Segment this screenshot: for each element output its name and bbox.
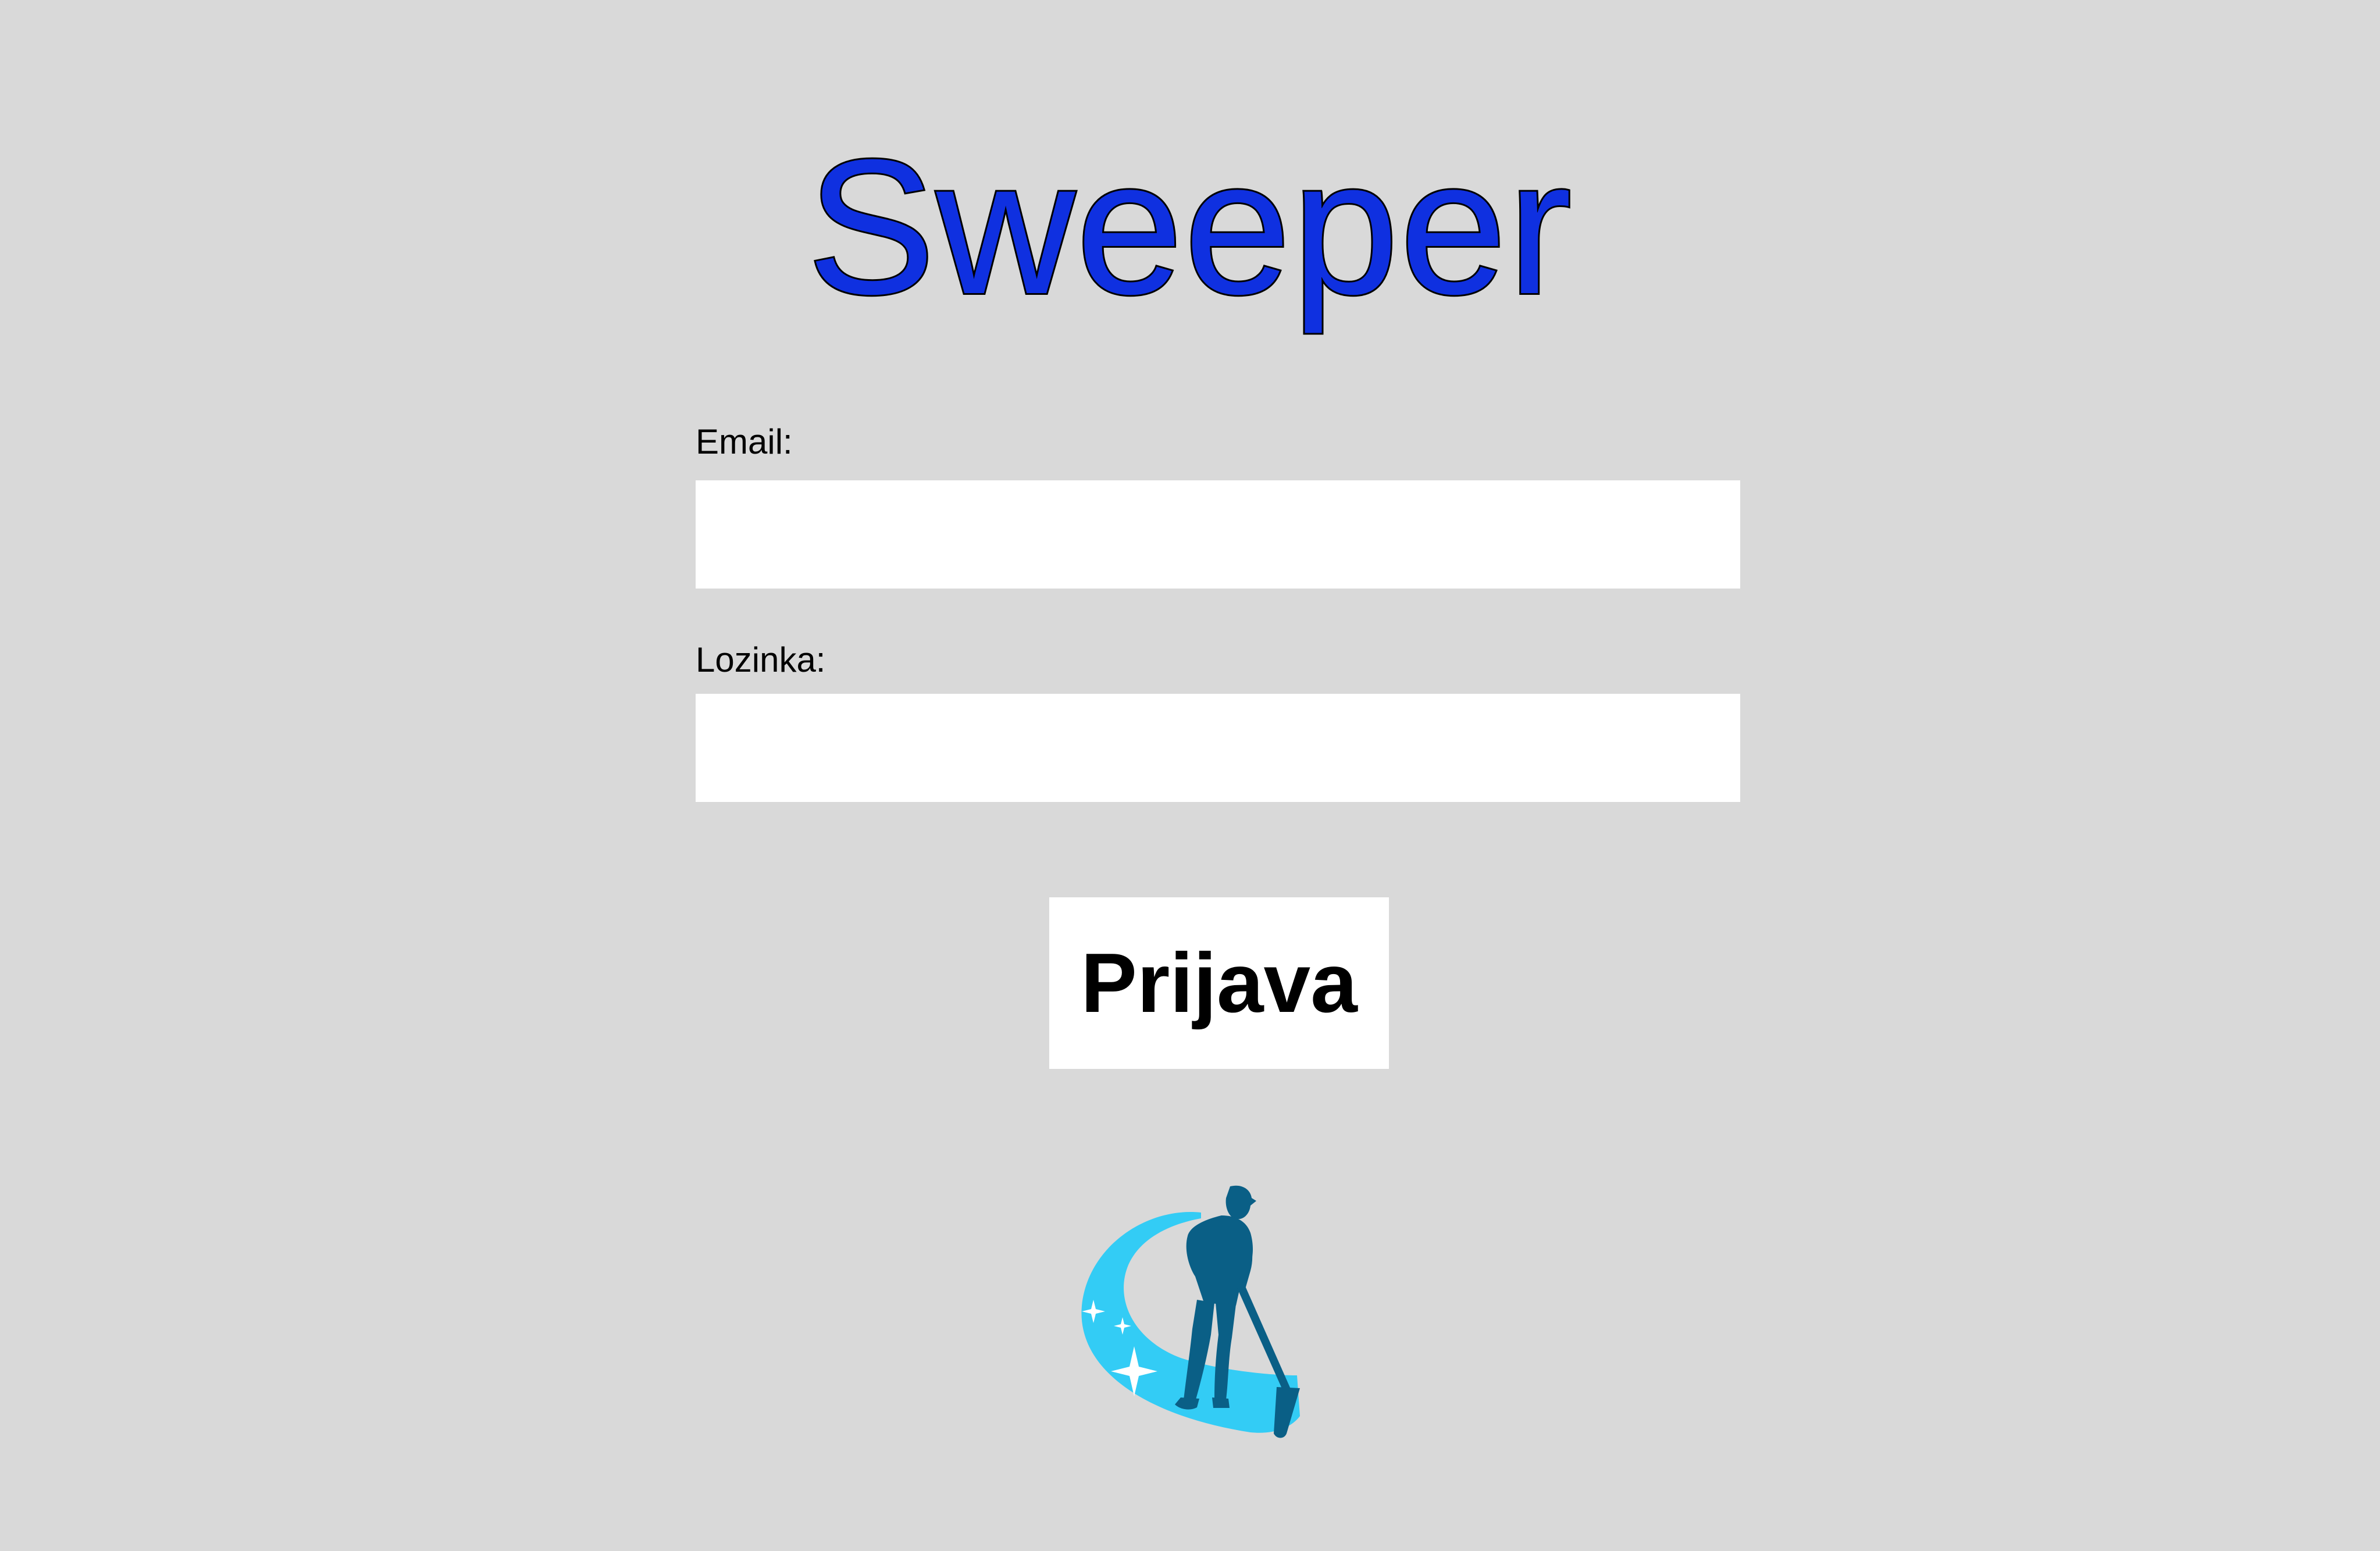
password-label: Lozinka:: [696, 640, 826, 679]
login-button[interactable]: Prijava: [1049, 897, 1389, 1069]
page-title: Sweeper: [806, 119, 1573, 334]
email-label: Email:: [696, 422, 793, 461]
password-field[interactable]: [696, 694, 1740, 802]
cleaner-with-mop-icon: [1076, 1183, 1309, 1439]
email-field[interactable]: [696, 480, 1740, 589]
